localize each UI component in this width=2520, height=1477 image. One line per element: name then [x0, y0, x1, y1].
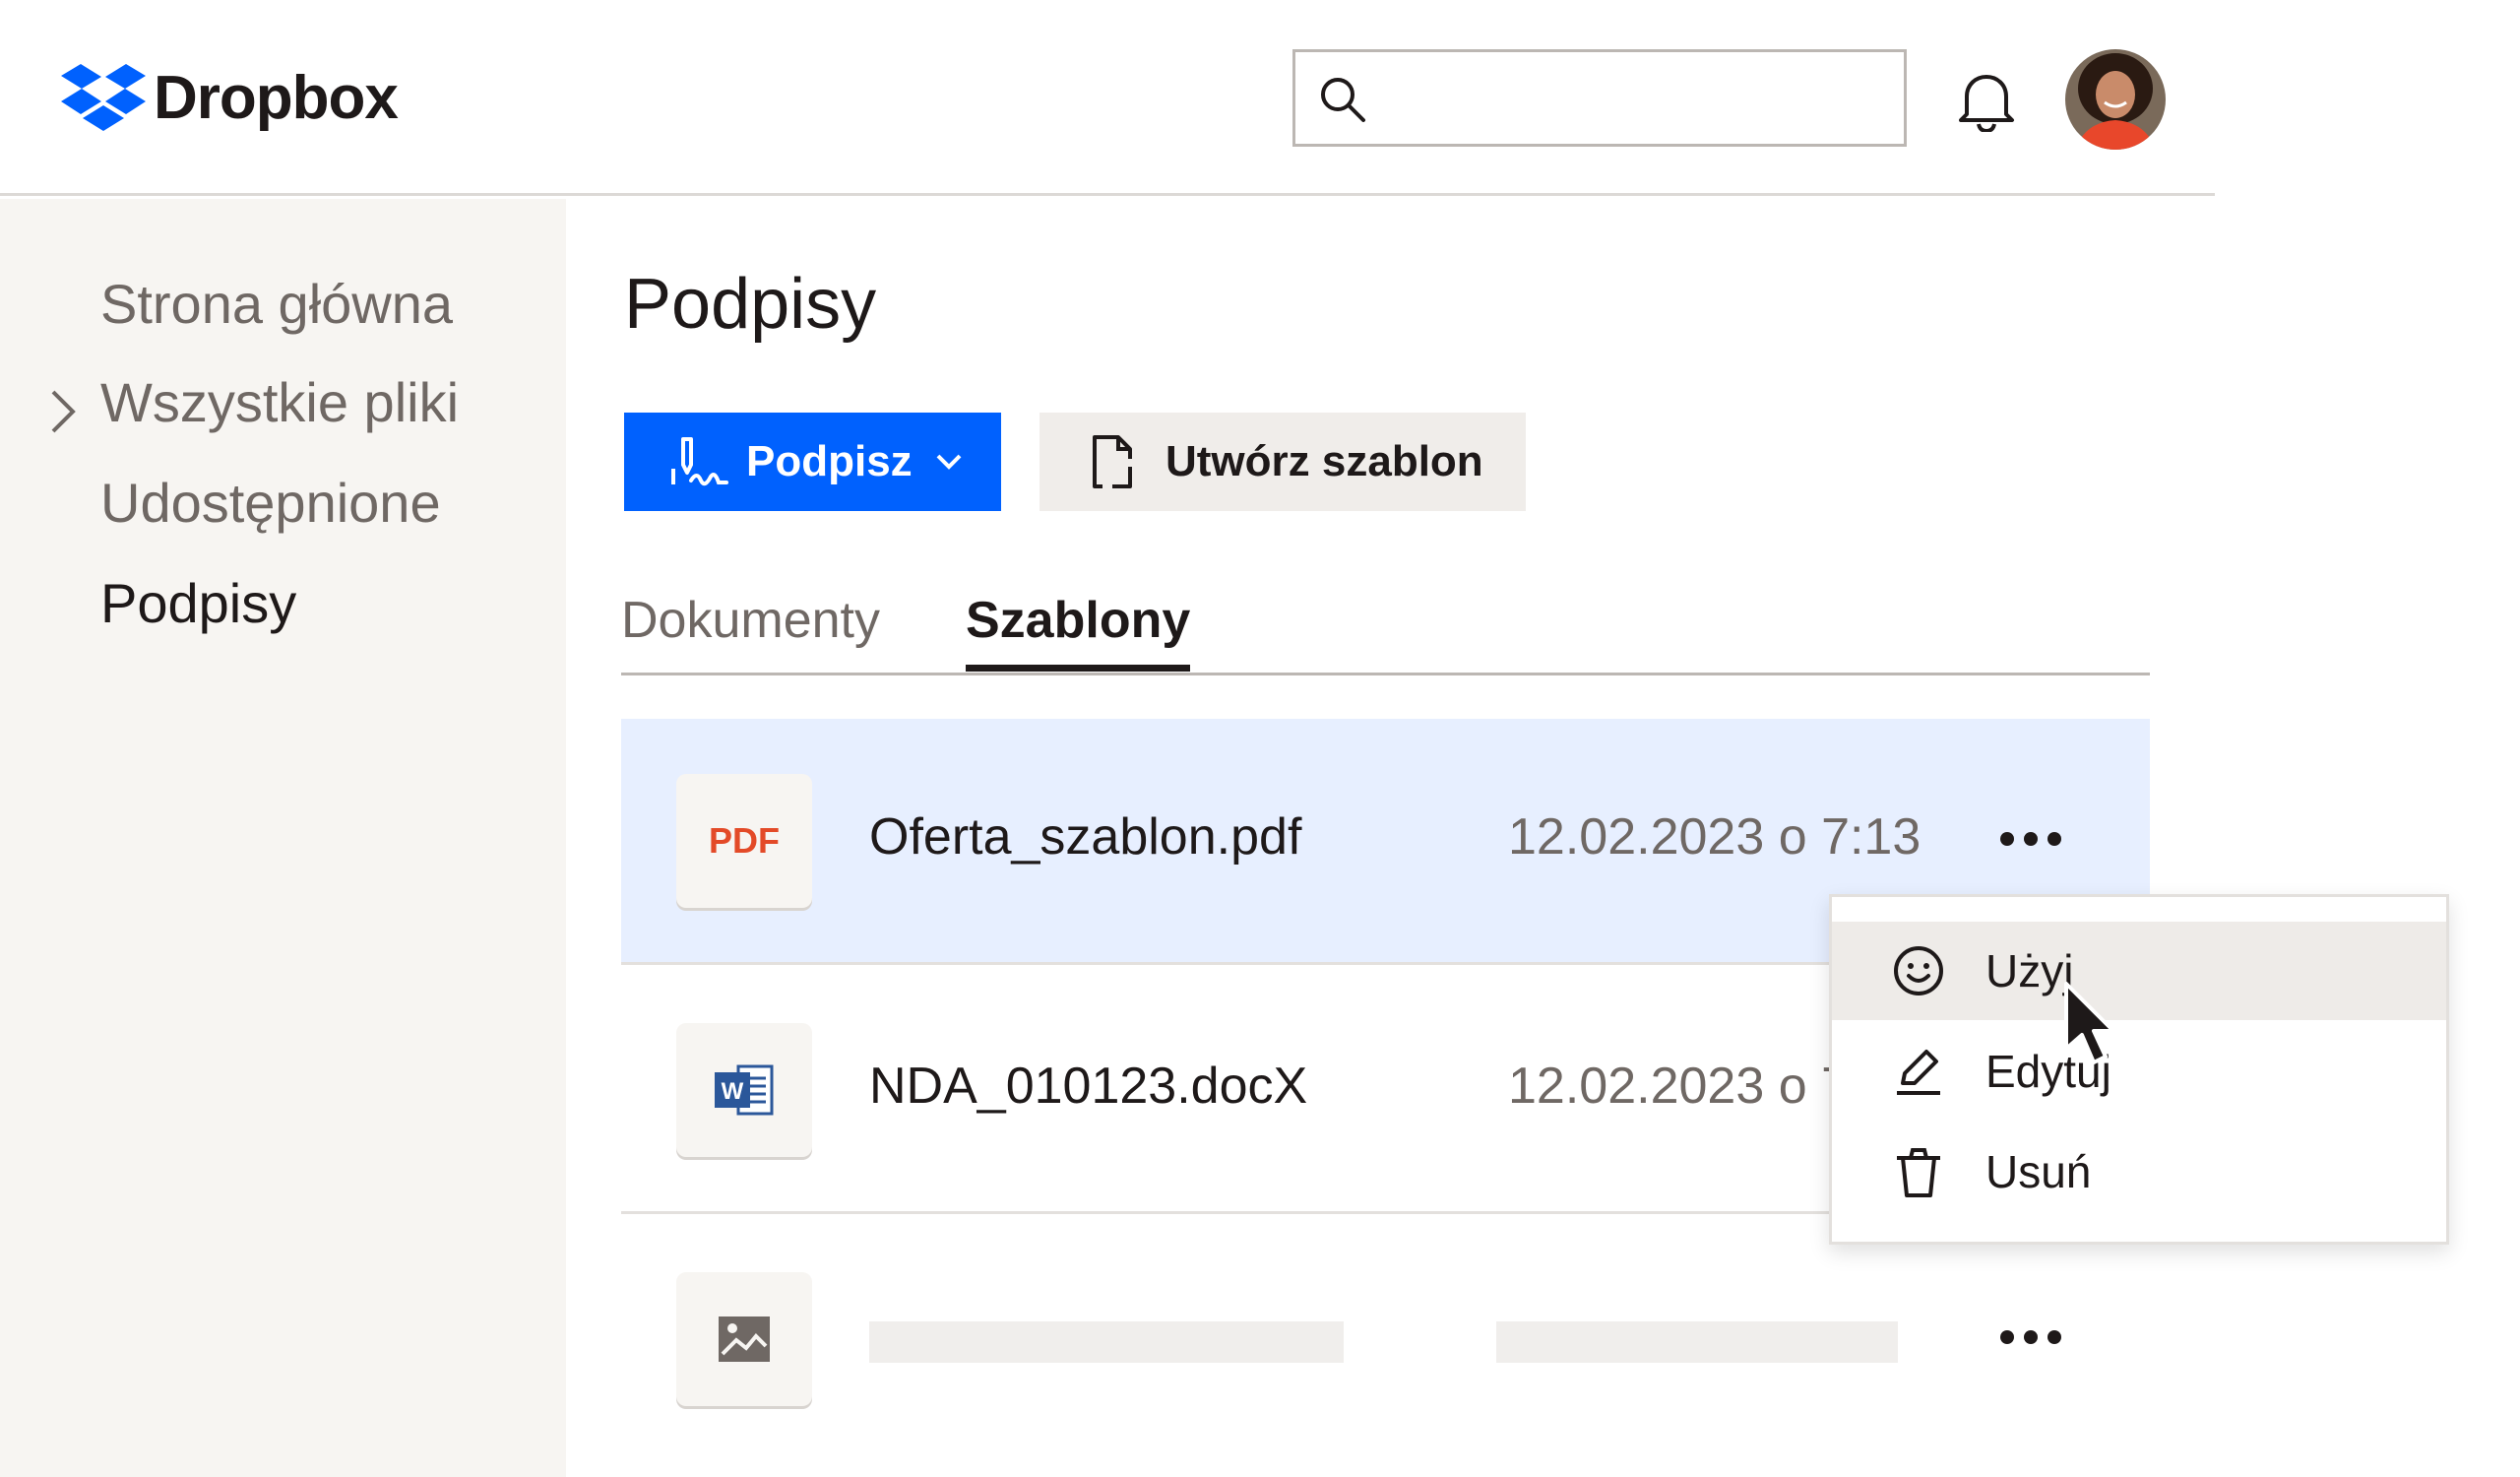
dropbox-logo[interactable]: Dropbox	[61, 63, 399, 133]
search-input[interactable]	[1384, 64, 1886, 133]
menu-item-use[interactable]: Użyj	[1832, 922, 2446, 1020]
sign-button-label: Podpisz	[746, 437, 913, 485]
sidebar: Strona główna Wszystkie pliki Udostępnio…	[0, 199, 566, 1477]
name-placeholder	[869, 1321, 1344, 1363]
avatar-image	[2065, 49, 2166, 150]
menu-item-label: Usuń	[1985, 1146, 2092, 1197]
sidebar-item-shared[interactable]: Udostępnione	[100, 471, 441, 535]
image-file-icon	[676, 1272, 812, 1406]
chevron-down-icon	[936, 454, 962, 470]
brand-name: Dropbox	[154, 64, 399, 132]
file-date: 12.02.2023 o 7:13	[1508, 808, 1922, 866]
bell-icon[interactable]	[1953, 69, 2020, 132]
active-tab-indicator	[966, 665, 1190, 672]
sidebar-item-home[interactable]: Strona główna	[100, 272, 453, 336]
menu-item-delete[interactable]: Usuń	[1832, 1123, 2446, 1221]
dropbox-logo-icon	[61, 63, 146, 131]
file-name[interactable]: Oferta_szablon.pdf	[869, 807, 1301, 867]
user-avatar[interactable]	[2065, 49, 2166, 150]
context-menu: Użyj Edytuj Usuń	[1829, 894, 2449, 1245]
pencil-icon	[1897, 1050, 1940, 1095]
trash-icon	[1897, 1148, 1940, 1197]
create-template-label: Utwórz szablon	[1166, 437, 1483, 485]
top-bar: Dropbox	[0, 0, 2215, 196]
search-box[interactable]	[1292, 49, 1907, 147]
svg-text:W: W	[722, 1078, 744, 1105]
chevron-right-icon[interactable]	[45, 386, 79, 437]
mouse-cursor-icon	[2064, 982, 2115, 1064]
template-document-icon	[1093, 435, 1134, 490]
sidebar-item-signatures[interactable]: Podpisy	[100, 571, 296, 635]
tab-templates[interactable]: Szablony	[966, 591, 1190, 650]
page-title: Podpisy	[624, 265, 877, 344]
menu-item-edit[interactable]: Edytuj	[1832, 1022, 2446, 1121]
more-options-icon[interactable]	[1999, 827, 2062, 851]
sidebar-item-all-files[interactable]: Wszystkie pliki	[100, 370, 459, 434]
pdf-file-icon: PDF	[676, 774, 812, 908]
signature-pen-icon	[671, 437, 728, 486]
tab-bar: Dokumenty Szablony	[621, 581, 2150, 675]
menu-item-label: Użyj	[1985, 945, 2074, 996]
file-name[interactable]: NDA_010123.docX	[869, 1057, 1307, 1116]
more-options-icon[interactable]	[1999, 1325, 2062, 1349]
date-placeholder	[1496, 1321, 1898, 1363]
create-template-button[interactable]: Utwórz szablon	[1040, 413, 1526, 511]
search-icon	[1321, 78, 1365, 122]
smiley-icon	[1894, 946, 1943, 995]
sign-button[interactable]: Podpisz	[624, 413, 1001, 511]
file-row[interactable]	[621, 1217, 2150, 1463]
word-file-icon: W	[676, 1023, 812, 1157]
tab-documents[interactable]: Dokumenty	[621, 591, 880, 650]
